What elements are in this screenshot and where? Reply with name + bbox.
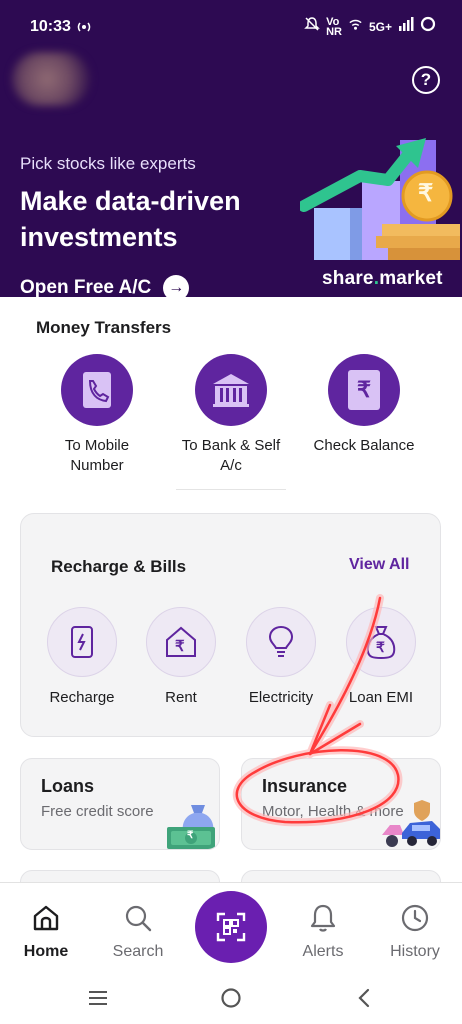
stocks-illustration [300, 138, 460, 260]
sharemarket-logo: share.market [322, 268, 443, 289]
qr-scan-icon [216, 912, 246, 942]
loans-card[interactable]: Loans Free credit score ₹ [20, 758, 220, 850]
money-transfers-title: Money Transfers [36, 318, 172, 337]
transfer-label: Check Balance [313, 437, 415, 454]
vehicle-shield-illustration [382, 800, 440, 847]
to-bank-self-button[interactable]: To Bank & Self A/c [176, 354, 286, 476]
nav-home[interactable]: Home [6, 903, 86, 961]
insurance-card[interactable]: Insurance Motor, Health & more [241, 758, 441, 850]
volte-indicator: Vo NR [326, 15, 342, 38]
header-banner: 10:33 Vo NR 5G+ ? Pick stocks like expert… [0, 0, 462, 297]
help-button[interactable]: ? [412, 66, 440, 94]
search-icon [125, 905, 152, 932]
signal-icon [398, 17, 414, 36]
bulb-icon [246, 607, 316, 677]
back-icon[interactable] [352, 986, 376, 1010]
bill-label: Electricity [248, 689, 314, 706]
rent-button[interactable]: ₹ Rent [131, 607, 231, 706]
bank-icon [195, 354, 267, 426]
open-account-button[interactable]: Open Free A/C → [20, 275, 190, 297]
scan-qr-button[interactable] [195, 891, 267, 963]
house-rupee-icon: ₹ [146, 607, 216, 677]
money-bag-icon: ₹ [346, 607, 416, 677]
check-balance-button[interactable]: ₹ Check Balance [309, 354, 419, 456]
status-icons: Vo NR 5G+ [304, 16, 436, 37]
nav-label: Alerts [302, 943, 344, 960]
system-navigation-bar [0, 976, 462, 1024]
insurance-title: Insurance [262, 776, 348, 796]
bill-label: Loan EMI [348, 689, 414, 706]
transfer-label: To Bank & Self A/c [181, 437, 281, 474]
banner-subtitle: Pick stocks like experts [20, 154, 196, 173]
loans-title: Loans [41, 776, 95, 796]
recharge-button[interactable]: Recharge [32, 607, 132, 706]
loans-subtitle: Free credit score [41, 803, 154, 820]
open-account-label: Open Free A/C [20, 277, 152, 297]
rupee-note-icon: ₹ [187, 830, 194, 841]
loan-emi-button[interactable]: ₹ Loan EMI [331, 607, 431, 706]
rupee-coin-icon: ₹ [418, 180, 434, 207]
bill-label: Recharge [49, 689, 115, 706]
home-icon [33, 905, 59, 931]
phone-icon [61, 354, 133, 426]
mute-icon [304, 16, 320, 37]
status-time: 10:33 [30, 18, 71, 35]
nav-search[interactable]: Search [98, 903, 178, 961]
network-type: 5G+ [368, 19, 392, 34]
nav-label: Search [112, 943, 164, 960]
bill-label: Rent [165, 689, 197, 706]
rupee-book-icon: ₹ [328, 354, 400, 426]
home-circle-icon[interactable] [219, 986, 243, 1010]
banner-title: Make data-driven investments [20, 186, 241, 252]
nav-label: History [390, 943, 440, 960]
battery-icon [420, 16, 436, 37]
money-bag-cash-illustration [167, 805, 215, 849]
nav-alerts[interactable]: Alerts [283, 903, 363, 961]
electricity-button[interactable]: Electricity [231, 607, 331, 706]
nav-history[interactable]: History [375, 903, 455, 961]
transfer-label: To Mobile Number [64, 437, 130, 474]
arrow-right-icon: → [163, 275, 190, 297]
view-all-link[interactable]: View All [349, 556, 409, 574]
to-mobile-number-button[interactable]: To Mobile Number [42, 354, 152, 476]
wifi-calling-icon [348, 17, 363, 37]
clock-icon [401, 904, 429, 932]
bottom-navigation: Home Search Alerts History [0, 882, 462, 976]
recharge-bills-title: Recharge & Bills [51, 557, 187, 576]
recent-apps-icon[interactable] [86, 986, 110, 1010]
recharge-bills-card: Recharge & Bills View All Recharge ₹ Ren… [20, 513, 441, 737]
divider [176, 489, 286, 490]
hotspot-icon [76, 20, 92, 39]
avatar[interactable] [12, 52, 90, 106]
mobile-recharge-icon [47, 607, 117, 677]
status-bar: 10:33 Vo NR 5G+ [0, 0, 462, 54]
bell-icon [310, 904, 336, 932]
nav-label: Home [23, 943, 69, 960]
